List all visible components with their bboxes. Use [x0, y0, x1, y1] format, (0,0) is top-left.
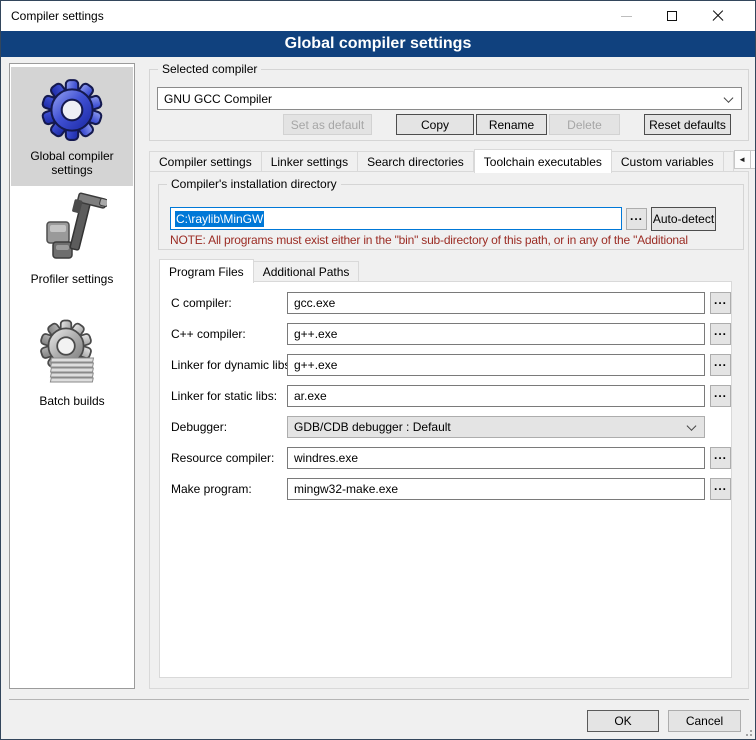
tab-scroll-left-button[interactable]: ◄ — [734, 150, 751, 169]
ellipsis-icon: ... — [630, 212, 643, 226]
sidebar-item-global-compiler-settings[interactable]: Global compiler settings — [11, 67, 133, 186]
installation-directory-selected-text: C:\raylib\MinGW — [175, 211, 264, 227]
toolchain-executables-page: Compiler's installation directory C:\ray… — [149, 171, 749, 689]
sidebar-item-profiler-settings[interactable]: Profiler settings — [11, 190, 133, 294]
tab-scroll-arrows: ◄ ► — [734, 150, 756, 169]
copy-button[interactable]: Copy — [396, 114, 474, 135]
chevron-down-icon — [687, 421, 697, 431]
make-program-browse-button[interactable]: ... — [710, 478, 731, 500]
selected-compiler-group-label: Selected compiler — [158, 62, 261, 76]
installation-directory-browse-button[interactable]: ... — [626, 208, 647, 230]
maximize-icon — [667, 11, 677, 21]
settings-tabstrip: Compiler settings Linker settings Search… — [149, 148, 749, 172]
form-row: C compiler: gcc.exe ... — [160, 292, 731, 314]
gray-gear-stack-icon — [36, 318, 108, 388]
installation-directory-group-label: Compiler's installation directory — [167, 177, 341, 191]
cpp-compiler-input[interactable]: g++.exe — [287, 323, 705, 345]
form-row: Linker for dynamic libs: g++.exe ... — [160, 354, 731, 376]
close-icon — [712, 10, 724, 22]
bin-subdirectory-note: NOTE: All programs must exist either in … — [170, 233, 740, 247]
compiler-select-value: GNU GCC Compiler — [164, 92, 272, 106]
caliper-profiler-icon — [37, 190, 107, 266]
dynamic-linker-label: Linker for dynamic libs: — [171, 358, 294, 372]
titlebar: Compiler settings — [1, 1, 755, 31]
debugger-label: Debugger: — [171, 420, 227, 434]
installation-directory-group: Compiler's installation directory C:\ray… — [158, 184, 744, 250]
make-program-input[interactable]: mingw32-make.exe — [287, 478, 705, 500]
maximize-button[interactable] — [649, 1, 695, 31]
chevron-down-icon — [724, 93, 734, 103]
static-linker-browse-button[interactable]: ... — [710, 385, 731, 407]
blue-gear-icon — [39, 77, 105, 143]
cancel-button[interactable]: Cancel — [668, 710, 741, 732]
settings-category-sidebar: Global compiler settings Profiler — [9, 63, 135, 689]
program-files-page: C compiler: gcc.exe ... C++ compiler: g+… — [159, 281, 732, 678]
tab-build-options-truncated[interactable]: Builc — [724, 151, 734, 172]
sidebar-item-label: Batch builds — [39, 394, 104, 408]
minimize-button[interactable] — [603, 1, 649, 31]
minimize-icon — [621, 16, 632, 17]
sidebar-item-label: Global compiler settings — [11, 149, 133, 177]
ellipsis-icon: ... — [714, 327, 727, 341]
sidebar-item-batch-builds[interactable]: Batch builds — [11, 314, 133, 414]
footer-divider — [9, 699, 749, 700]
debugger-select-value: GDB/CDB debugger : Default — [294, 420, 451, 434]
rename-button[interactable]: Rename — [476, 114, 547, 135]
compiler-select[interactable]: GNU GCC Compiler — [157, 87, 742, 110]
sidebar-item-label: Profiler settings — [31, 272, 114, 286]
arrow-left-icon: ◄ — [738, 155, 746, 164]
ellipsis-icon: ... — [714, 296, 727, 310]
ellipsis-icon: ... — [714, 482, 727, 496]
ellipsis-icon: ... — [714, 358, 727, 372]
resource-compiler-browse-button[interactable]: ... — [710, 447, 731, 469]
make-program-label: Make program: — [171, 482, 252, 496]
delete-button[interactable]: Delete — [549, 114, 620, 135]
program-files-tabstrip: Program Files Additional Paths — [159, 259, 729, 282]
ellipsis-icon: ... — [714, 451, 727, 465]
form-row: Debugger: GDB/CDB debugger : Default — [160, 416, 731, 438]
tab-toolchain-executables[interactable]: Toolchain executables — [474, 149, 612, 173]
resource-compiler-input[interactable]: windres.exe — [287, 447, 705, 469]
tab-compiler-settings[interactable]: Compiler settings — [149, 151, 262, 172]
resize-grip-icon[interactable] — [742, 726, 752, 736]
c-compiler-browse-button[interactable]: ... — [710, 292, 731, 314]
tab-scroll-right-button[interactable]: ► — [751, 150, 756, 169]
static-linker-input[interactable]: ar.exe — [287, 385, 705, 407]
form-row: Resource compiler: windres.exe ... — [160, 447, 731, 469]
installation-directory-input[interactable]: C:\raylib\MinGW — [170, 207, 622, 230]
resource-compiler-label: Resource compiler: — [171, 451, 274, 465]
reset-defaults-button[interactable]: Reset defaults — [644, 114, 731, 135]
cpp-compiler-label: C++ compiler: — [171, 327, 246, 341]
window-title: Compiler settings — [11, 1, 104, 31]
selected-compiler-group: Selected compiler GNU GCC Compiler Set a… — [149, 69, 749, 141]
dynamic-linker-browse-button[interactable]: ... — [710, 354, 731, 376]
c-compiler-input[interactable]: gcc.exe — [287, 292, 705, 314]
close-button[interactable] — [695, 1, 741, 31]
form-row: C++ compiler: g++.exe ... — [160, 323, 731, 345]
compiler-settings-window: Compiler settings Global compiler settin… — [0, 0, 756, 740]
static-linker-label: Linker for static libs: — [171, 389, 277, 403]
tab-additional-paths[interactable]: Additional Paths — [254, 261, 360, 282]
form-row: Make program: mingw32-make.exe ... — [160, 478, 731, 500]
form-row: Linker for static libs: ar.exe ... — [160, 385, 731, 407]
set-as-default-button[interactable]: Set as default — [283, 114, 372, 135]
tab-program-files[interactable]: Program Files — [159, 259, 254, 283]
cpp-compiler-browse-button[interactable]: ... — [710, 323, 731, 345]
auto-detect-button[interactable]: Auto-detect — [651, 207, 716, 231]
c-compiler-label: C compiler: — [171, 296, 232, 310]
tab-custom-variables[interactable]: Custom variables — [612, 151, 724, 172]
dynamic-linker-input[interactable]: g++.exe — [287, 354, 705, 376]
debugger-select[interactable]: GDB/CDB debugger : Default — [287, 416, 705, 438]
tab-search-directories[interactable]: Search directories — [358, 151, 474, 172]
ok-button[interactable]: OK — [587, 710, 659, 732]
page-title: Global compiler settings — [1, 31, 755, 57]
ellipsis-icon: ... — [714, 389, 727, 403]
tab-linker-settings[interactable]: Linker settings — [262, 151, 358, 172]
